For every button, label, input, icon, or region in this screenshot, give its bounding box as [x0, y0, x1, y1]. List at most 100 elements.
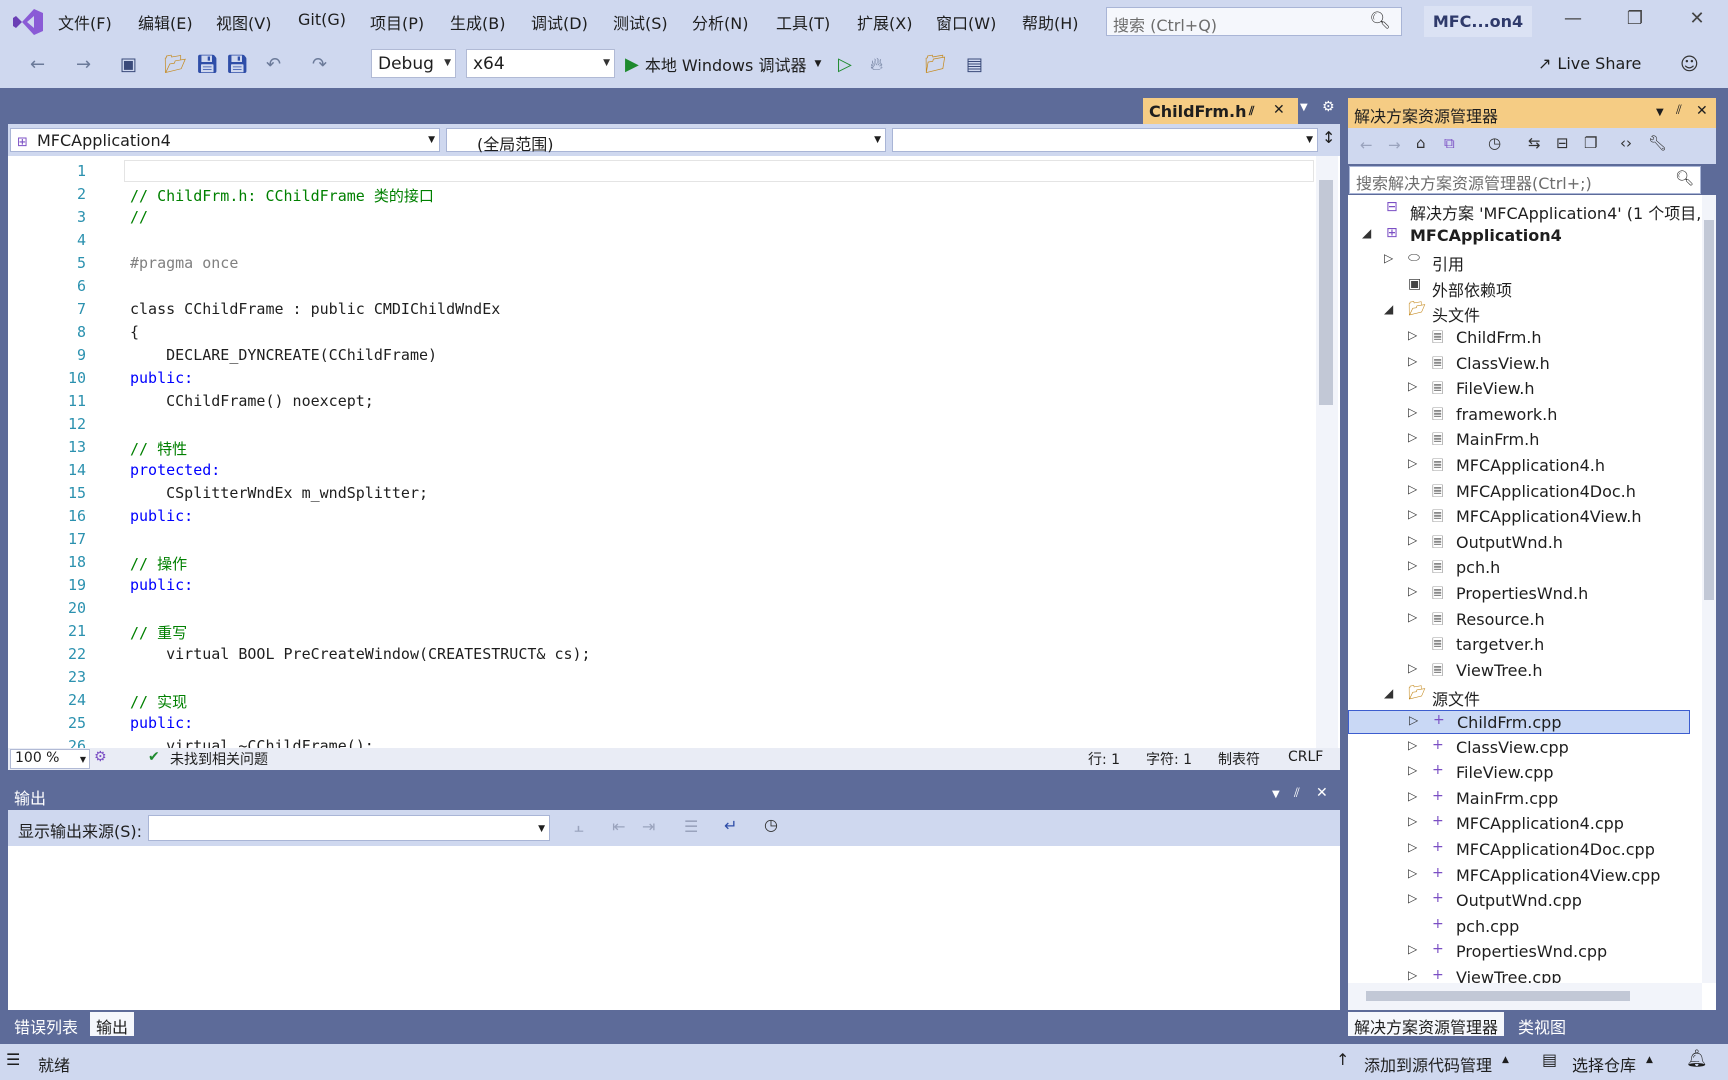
menu-debug[interactable]: 调试(D) [531, 10, 588, 34]
code-line[interactable]: class CChildFrame : public CMDIChildWndE… [130, 300, 500, 318]
code-line[interactable]: CChildFrame() noexcept; [130, 392, 374, 410]
word-wrap-icon[interactable]: ↵ [724, 816, 737, 835]
code-line[interactable]: // 实现 [130, 691, 187, 712]
tree-project[interactable]: ◢ ⊞ MFCApplication4 [1348, 224, 1690, 248]
select-repository-button[interactable]: 选择仓库 [1572, 1052, 1636, 1076]
tree-solution[interactable]: ⊟ 解决方案 'MFCApplication4' (1 个项目, [1348, 198, 1701, 223]
close-icon[interactable]: ✕ [1682, 8, 1712, 29]
collapsed-arrow-icon[interactable]: ▷ [1408, 456, 1417, 470]
back-icon[interactable]: ← [30, 54, 45, 75]
tree-header-file[interactable]: ▷ 🗏︎ ViewTree.h [1348, 659, 1690, 683]
add-to-source-control-button[interactable]: 添加到源代码管理 [1364, 1052, 1492, 1076]
code-line[interactable]: public: [130, 576, 193, 594]
code-line[interactable]: // 操作 [130, 553, 187, 574]
expanded-arrow-icon[interactable]: ◢ [1384, 302, 1393, 316]
tree-header-file[interactable]: ▷ 🗏︎ MFCApplication4View.h [1348, 505, 1690, 529]
solution-title-badge[interactable]: MFC...on4 [1424, 6, 1532, 37]
undo-icon[interactable]: ↶ [266, 54, 281, 75]
back-icon[interactable]: ← [1360, 136, 1373, 154]
tree-source-file[interactable]: ▷ + ChildFrm.cpp [1348, 710, 1690, 734]
code-line[interactable]: { [130, 323, 139, 341]
bell-icon[interactable]: 🔔︎ [1686, 1049, 1708, 1069]
collapsed-arrow-icon[interactable]: ▷ [1408, 584, 1417, 598]
code-line[interactable]: // ChildFrm.h: CChildFrame 类的接口 [130, 185, 434, 206]
project-dropdown[interactable]: ⊞ MFCApplication4 ▼ [10, 128, 440, 152]
split-icon[interactable]: ↕ [1322, 128, 1335, 147]
tab-error-list[interactable]: 错误列表 [8, 1012, 84, 1037]
code-line[interactable]: #pragma once [130, 254, 238, 272]
tree-header-file[interactable]: ▷ 🗏︎ OutputWnd.h [1348, 531, 1690, 555]
feedback-icon[interactable]: ☺ [1680, 54, 1699, 75]
collapsed-arrow-icon[interactable]: ▷ [1409, 713, 1418, 727]
code-line[interactable]: public: [130, 369, 193, 387]
code-view-icon[interactable]: ‹› [1620, 134, 1632, 152]
save-all-icon[interactable]: 💾︎ [226, 54, 249, 75]
save-icon[interactable]: 💾︎ [196, 54, 219, 75]
code-line[interactable]: CSplitterWndEx m_wndSplitter; [130, 484, 428, 502]
scrollbar-thumb[interactable] [1704, 220, 1714, 600]
collapsed-arrow-icon[interactable]: ▷ [1408, 840, 1417, 854]
previous-message-icon[interactable]: ⇤ [612, 817, 625, 836]
menu-build[interactable]: 生成(B) [450, 10, 505, 34]
clock-icon[interactable]: ◷ [764, 815, 778, 834]
collapsed-arrow-icon[interactable]: ▷ [1408, 354, 1417, 368]
tab-class-view[interactable]: 类视图 [1512, 1012, 1572, 1037]
tab-output[interactable]: 输出 [90, 1012, 135, 1037]
tree-header-file[interactable]: ▷ 🗏︎ framework.h [1348, 403, 1690, 427]
collapsed-arrow-icon[interactable]: ▷ [1408, 379, 1417, 393]
tree-source-file[interactable]: ▷ + MFCApplication4View.cpp [1348, 864, 1690, 888]
menu-file[interactable]: 文件(F) [58, 10, 112, 34]
close-tab-icon[interactable]: ✕ [1273, 102, 1285, 118]
output-text-area[interactable] [8, 846, 1340, 1010]
member-dropdown[interactable]: ▼ [892, 128, 1318, 152]
tree-source-file[interactable]: ▷ + MFCApplication4Doc.cpp [1348, 838, 1690, 862]
notifications-panel-icon[interactable]: ☰ [6, 1050, 20, 1069]
collapsed-arrow-icon[interactable]: ▷ [1408, 891, 1417, 905]
tree-header-file[interactable]: 🗏︎ targetver.h [1348, 633, 1690, 657]
code-line[interactable]: public: [130, 507, 193, 525]
issues-status[interactable]: 未找到相关问题 [170, 749, 268, 769]
tree-header-file[interactable]: ▷ 🗏︎ MFCApplication4.h [1348, 454, 1690, 478]
tree-source-file[interactable]: ▷ + OutputWnd.cpp [1348, 889, 1690, 913]
tree-header-file[interactable]: ▷ 🗏︎ PropertiesWnd.h [1348, 582, 1690, 606]
collapsed-arrow-icon[interactable]: ▷ [1408, 789, 1417, 803]
switch-views-icon[interactable]: ⧉ [1444, 134, 1455, 152]
line-ending-indicator[interactable]: CRLF [1288, 749, 1323, 765]
expanded-arrow-icon[interactable]: ◢ [1362, 226, 1371, 240]
redo-icon[interactable]: ↷ [312, 54, 327, 75]
sync-icon[interactable]: ⇆ [1528, 134, 1541, 152]
tree-source-file[interactable]: ▷ + PropertiesWnd.cpp [1348, 940, 1690, 964]
pin-icon[interactable]: ⫽ [1676, 103, 1682, 118]
code-line[interactable]: // [130, 208, 148, 226]
hot-reload-icon[interactable]: 🔥︎ [870, 54, 883, 75]
pin-icon[interactable]: ⫽ [1249, 104, 1254, 119]
restore-icon[interactable]: ❐ [1620, 8, 1650, 29]
collapsed-arrow-icon[interactable]: ▷ [1408, 328, 1417, 342]
close-icon[interactable]: ✕ [1696, 103, 1708, 119]
tree-source-file[interactable]: ▷ + MainFrm.cpp [1348, 787, 1690, 811]
platform-select[interactable]: x64 ▼ [466, 49, 615, 78]
code-line[interactable]: public: [130, 714, 193, 732]
next-message-icon[interactable]: ⇥ [642, 817, 655, 836]
tree-header-file[interactable]: ▷ 🗏︎ Resource.h [1348, 608, 1690, 632]
collapsed-arrow-icon[interactable]: ▷ [1408, 968, 1417, 982]
live-share-button[interactable]: ↗ Live Share [1538, 54, 1641, 73]
tree-header-file[interactable]: ▷ 🗏︎ ClassView.h [1348, 352, 1690, 376]
dropdown-icon[interactable]: ▼ [1656, 107, 1664, 118]
collapsed-arrow-icon[interactable]: ▷ [1408, 866, 1417, 880]
collapsed-arrow-icon[interactable]: ▷ [1408, 533, 1417, 547]
line-indicator[interactable]: 行: 1 [1088, 749, 1120, 769]
code-editor[interactable]: 1 2// ChildFrm.h: CChildFrame 类的接口 3//4 5 #p… [8, 156, 1340, 755]
intellicode-icon[interactable]: ⚙ [94, 749, 107, 765]
tree-source-files-folder[interactable]: ◢ 📂︎ 源文件 [1348, 684, 1690, 709]
global-search-input[interactable]: 搜索 (Ctrl+Q) 🔍︎ [1106, 7, 1402, 36]
solution-explorer-search-input[interactable]: 搜索解决方案资源管理器(Ctrl+;) 🔍︎ [1349, 166, 1701, 194]
collapsed-arrow-icon[interactable]: ▷ [1408, 430, 1417, 444]
collapsed-arrow-icon[interactable]: ▷ [1408, 610, 1417, 624]
home-icon[interactable]: ⌂ [1416, 134, 1426, 152]
collapsed-arrow-icon[interactable]: ▷ [1384, 251, 1393, 265]
menu-project[interactable]: 项目(P) [370, 10, 424, 34]
menu-git[interactable]: Git(G) [298, 10, 346, 29]
collapse-all-icon[interactable]: ⊟ [1556, 134, 1569, 152]
collapsed-arrow-icon[interactable]: ▷ [1408, 405, 1417, 419]
